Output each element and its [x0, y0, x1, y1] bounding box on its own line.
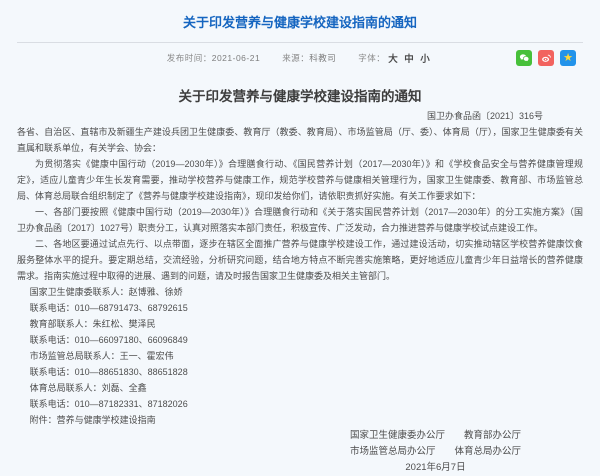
paragraph-intro: 为贯彻落实《健康中国行动（2019—2030年）》合理膳食行动、《国民营养计划（…	[17, 156, 583, 204]
publish-time-value: 2021-06-21	[212, 53, 260, 63]
font-size-label: 字体：	[358, 52, 385, 64]
attachment-line: 附件：营养与健康学校建设指南	[17, 412, 583, 428]
paragraph-item-1: 一、各部门要按照《健康中国行动（2019—2030年）》合理膳食行动和《关于落实…	[17, 204, 583, 236]
share-bar: ★	[516, 50, 576, 66]
salutation: 各省、自治区、直辖市及新疆生产建设兵团卫生健康委、教育厅（教委、教育局）、市场监…	[17, 124, 583, 156]
weibo-glyph	[541, 53, 552, 64]
notice-page: 关于印发营养与健康学校建设指南的通知 发布时间： 2021-06-21 来源： …	[0, 0, 600, 470]
paragraph-item-2: 二、各地区要通过试点先行、以点带面，逐步在辖区全面推广营养与健康学校建设工作，通…	[17, 236, 583, 284]
contact-moe-person: 教育部联系人：朱红松、樊泽民	[17, 316, 583, 332]
signature-block: 国家卫生健康委办公厅 教育部办公厅 市场监管总局办公厅 体育总局办公厅 2021…	[350, 428, 521, 476]
contact-moe-phone: 联系电话：010—66097180、66096849	[17, 332, 583, 348]
font-size-large-button[interactable]: 大	[388, 51, 398, 65]
meta-bar: 发布时间： 2021-06-21 来源： 科教司 字体： 大 中 小 ★	[0, 43, 600, 73]
wechat-share-icon[interactable]	[516, 50, 532, 66]
contact-samr-person: 市场监管总局联系人：王一、霍宏伟	[17, 348, 583, 364]
meta-info: 发布时间： 2021-06-21 来源： 科教司 字体： 大 中 小	[167, 51, 434, 65]
contact-sport-person: 体育总局联系人：刘磊、全鑫	[17, 380, 583, 396]
font-size-medium-button[interactable]: 中	[404, 51, 414, 65]
publish-time-label: 发布时间：	[167, 52, 212, 64]
document-body: 关于印发营养与健康学校建设指南的通知 国卫办食品函〔2021〕316号 各省、自…	[0, 88, 600, 476]
page-title: 关于印发营养与健康学校建设指南的通知	[0, 0, 600, 33]
document-title: 关于印发营养与健康学校建设指南的通知	[17, 88, 583, 105]
font-size-small-button[interactable]: 小	[420, 51, 430, 65]
contact-nhc-person: 国家卫生健康委联系人：赵博雅、徐娇	[17, 284, 583, 300]
signature-line-1: 国家卫生健康委办公厅 教育部办公厅	[350, 428, 521, 444]
star-glyph: ★	[563, 53, 573, 64]
wechat-bubbles-glyph	[519, 53, 530, 64]
contact-sport-phone: 联系电话：010—87182331、87182026	[17, 396, 583, 412]
signature-date: 2021年6月7日	[350, 460, 521, 476]
signature-line-2: 市场监管总局办公厅 体育总局办公厅	[350, 444, 521, 460]
contact-samr-phone: 联系电话：010—88651830、88651828	[17, 364, 583, 380]
source-label: 来源：	[282, 52, 309, 64]
favorite-star-icon[interactable]: ★	[560, 50, 576, 66]
source-value: 科教司	[309, 52, 336, 64]
document-number: 国卫办食品函〔2021〕316号	[17, 108, 583, 124]
contact-nhc-phone: 联系电话：010—68791473、68792615	[17, 300, 583, 316]
weibo-share-icon[interactable]	[538, 50, 554, 66]
